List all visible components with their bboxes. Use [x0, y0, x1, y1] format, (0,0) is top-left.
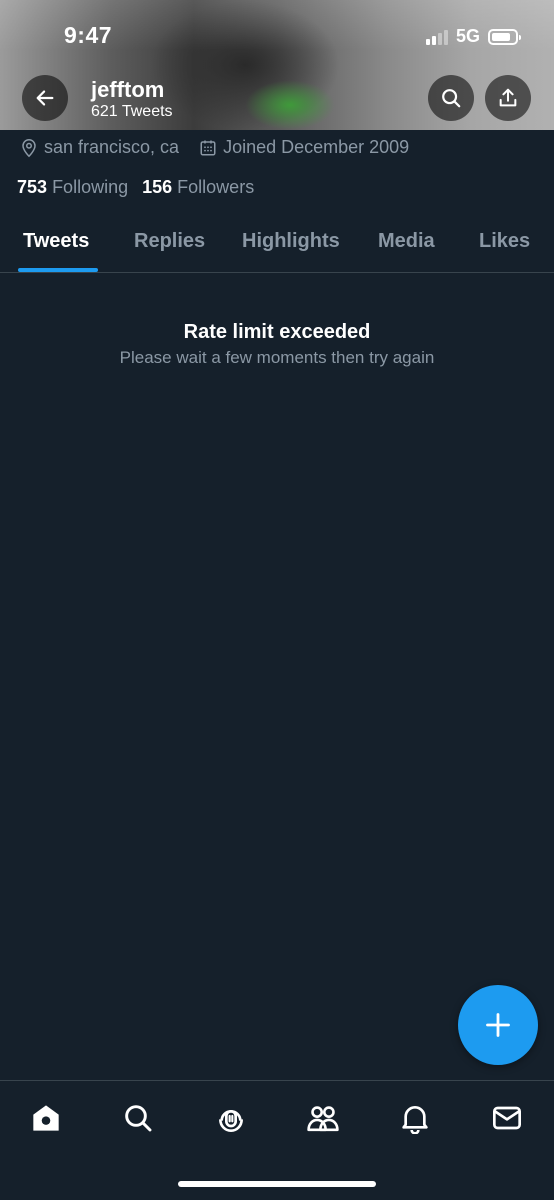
- battery-icon: [488, 28, 521, 45]
- tab-highlights[interactable]: Highlights: [242, 230, 340, 253]
- location-text: san francisco, ca: [44, 137, 180, 157]
- spaces-icon: [219, 1110, 243, 1133]
- search-icon: [442, 89, 461, 108]
- nav-home[interactable]: [29, 1101, 63, 1135]
- nav-search[interactable]: [121, 1101, 155, 1135]
- nav-spaces[interactable]: [214, 1101, 248, 1135]
- share-button[interactable]: [485, 75, 531, 121]
- header-tweet-count: 621 Tweets: [91, 103, 173, 120]
- profile-banner: [0, 0, 554, 130]
- mail-icon: [493, 1106, 521, 1130]
- joined-text: Joined December 2009: [223, 137, 410, 157]
- communities-icon: [307, 1106, 339, 1132]
- calendar-icon: [200, 140, 216, 155]
- network-label: 5G: [455, 26, 480, 46]
- search-icon: [125, 1105, 152, 1132]
- profile-screen: 9:47 5G jefftom 621 Tweets san francisco…: [0, 0, 554, 1200]
- tab-replies[interactable]: Replies: [134, 230, 205, 253]
- joined-item: Joined December 2009: [199, 137, 409, 158]
- header-username: jefftom: [91, 77, 165, 102]
- share-icon: [499, 88, 517, 107]
- followers-link[interactable]: 156 Followers: [142, 177, 254, 198]
- followers-count: 156: [142, 177, 173, 197]
- tab-tweets[interactable]: Tweets: [23, 230, 89, 253]
- status-time: 9:47: [64, 22, 113, 48]
- home-indicator: [178, 1181, 376, 1187]
- home-icon: [33, 1105, 59, 1131]
- nav-notifications[interactable]: [398, 1101, 432, 1135]
- nav-messages[interactable]: [490, 1101, 524, 1135]
- signal-icon: [425, 29, 448, 45]
- location-pin-icon: [22, 138, 36, 157]
- error-title: Rate limit exceeded: [183, 321, 371, 343]
- following-label: Following: [52, 177, 129, 197]
- arrow-left-icon: [36, 90, 54, 106]
- active-tab-indicator: [18, 268, 98, 272]
- back-button[interactable]: [22, 75, 68, 121]
- compose-tweet-button[interactable]: [458, 985, 538, 1065]
- following-link[interactable]: 753 Following: [17, 177, 128, 198]
- followers-label: Followers: [177, 177, 255, 197]
- bell-icon: [402, 1106, 428, 1134]
- follow-stats: 753 Following 156 Followers: [17, 177, 254, 198]
- search-button[interactable]: [428, 75, 474, 121]
- location-item: san francisco, ca: [20, 137, 179, 158]
- status-indicators: 5G: [425, 26, 521, 47]
- following-count: 753: [17, 177, 48, 197]
- tab-media[interactable]: Media: [378, 230, 435, 253]
- profile-meta: san francisco, ca Joined December 2009: [20, 137, 409, 158]
- nav-communities[interactable]: [306, 1101, 340, 1135]
- error-subtitle: Please wait a few moments then try again: [119, 348, 435, 367]
- tab-likes[interactable]: Likes: [479, 230, 530, 253]
- plus-icon: [486, 1013, 510, 1037]
- profile-tabs: Tweets Replies Highlights Media Likes: [0, 222, 554, 273]
